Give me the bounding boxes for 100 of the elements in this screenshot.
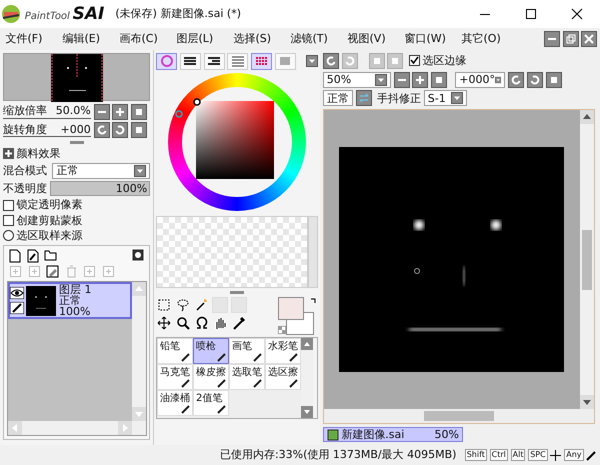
deselect-icon [372, 56, 382, 66]
color-panel-tab[interactable] [227, 52, 248, 70]
dropdown-icon[interactable] [451, 92, 464, 104]
scrollbar[interactable] [308, 216, 318, 288]
scroll-up-icon[interactable] [132, 282, 146, 296]
selection-edge-checkbox[interactable]: 选区边缘 [408, 54, 466, 68]
color-panel-tab[interactable] [204, 52, 224, 70]
brush-tool[interactable]: 2值笔 [193, 390, 229, 416]
primary-color-swatch[interactable] [278, 296, 304, 320]
rotate-right-button[interactable] [112, 122, 128, 138]
scroll-down-icon[interactable] [301, 406, 313, 418]
brush-tool[interactable]: 铅笔 [157, 338, 193, 364]
dropdown-icon[interactable] [306, 55, 318, 68]
layer-name: 图层 1 [59, 284, 92, 295]
brush-tool[interactable]: 选区擦 [265, 364, 301, 390]
rgb-sliders-icon [183, 55, 198, 68]
color-panel-tab[interactable] [156, 52, 177, 70]
minimize-button[interactable] [544, 31, 560, 47]
option-radio[interactable]: 选区取样来源 [2, 228, 150, 242]
eye-icon[interactable] [10, 287, 24, 300]
restore-button[interactable] [562, 31, 578, 47]
rotate-right-button[interactable] [526, 72, 543, 88]
reset-button[interactable] [431, 72, 447, 88]
scrollbar-thumb[interactable] [424, 411, 494, 422]
document-tab[interactable]: 新建图像.sai 50% [322, 427, 463, 442]
menu-item[interactable]: 编辑(E) [62, 32, 108, 46]
reset-button[interactable] [546, 72, 562, 88]
option-checkbox[interactable]: 锁定透明像素 [2, 198, 150, 212]
field-label: 混合模式 [2, 164, 47, 178]
color-square[interactable] [196, 100, 274, 178]
color-panel-tab[interactable] [274, 52, 296, 70]
scroll-up-icon[interactable] [580, 110, 594, 124]
rotate-left-button[interactable] [94, 122, 110, 138]
swap-button[interactable] [356, 90, 372, 106]
menu-item[interactable]: 视图(V) [348, 32, 394, 46]
zoom-out-button[interactable] [394, 72, 410, 88]
brush-tool[interactable]: 水彩笔 [265, 338, 301, 364]
dropdown-icon[interactable] [134, 164, 146, 177]
brush-tool[interactable]: 喷枪 [193, 338, 229, 364]
menu-item[interactable]: 图层(L) [176, 32, 222, 46]
scrollbar-thumb[interactable] [582, 230, 592, 290]
zoom-in-button[interactable] [112, 104, 128, 120]
brush-tool[interactable]: 画笔 [229, 338, 265, 364]
dropdown-icon[interactable] [374, 74, 387, 86]
pen-icon [216, 351, 227, 362]
menu-item[interactable]: 画布(C) [120, 32, 166, 46]
undo-icon [326, 56, 336, 66]
reset-button[interactable] [131, 122, 147, 138]
scratch-pad-icon [278, 55, 292, 68]
rotate-left-button[interactable] [508, 72, 524, 88]
hsv-sliders-icon [207, 55, 221, 68]
eraser-icon[interactable] [46, 265, 60, 278]
new-pen-layer-icon[interactable] [26, 248, 39, 262]
brush-tool[interactable]: 选取笔 [229, 364, 265, 390]
zoom-in-icon [415, 74, 426, 84]
secondary-color-swatch[interactable] [286, 312, 314, 334]
reset-button[interactable] [131, 104, 147, 120]
magic-wand-tool[interactable] [194, 296, 210, 312]
undo-button[interactable] [322, 52, 339, 69]
angle-select[interactable]: +000° [455, 72, 506, 88]
rect-select-tool[interactable] [156, 296, 172, 312]
menu-item[interactable]: 窗口(W) [404, 32, 450, 46]
pen-icon[interactable] [10, 302, 24, 314]
brush-tool[interactable]: 油漆桶 [157, 390, 193, 416]
layer-mask-icon[interactable] [132, 248, 144, 260]
pen-icon [216, 403, 227, 414]
default-colors-icon[interactable] [278, 326, 286, 334]
zoom-select[interactable]: 50% [322, 72, 391, 88]
lasso-tool[interactable] [174, 296, 191, 312]
menu-item[interactable]: 滤镜(T) [290, 32, 336, 46]
layer-item[interactable]: 图层 1 正常 100% [8, 282, 132, 319]
color-panel-tab[interactable] [180, 52, 201, 70]
blend-mode-select[interactable]: 正常 [52, 162, 150, 179]
brush-tool[interactable]: 马克笔 [157, 364, 193, 390]
menu-item[interactable]: 文件(F) [6, 32, 52, 46]
stabilizer-select[interactable]: S-1 [424, 90, 468, 106]
key-indicator: Shift [464, 449, 487, 461]
expand-icon[interactable] [2, 148, 14, 159]
folder-icon[interactable] [44, 248, 58, 260]
eyedropper-tool[interactable] [231, 315, 247, 332]
layer-thumbnail [26, 286, 56, 316]
zoom-in-button[interactable] [412, 72, 428, 88]
blend-mode-select[interactable]: 正常 [322, 90, 353, 106]
document-icon [326, 428, 338, 441]
move-tool[interactable] [156, 315, 172, 332]
opacity-slider[interactable]: 100% [50, 181, 150, 196]
color-panel-tab[interactable] [251, 52, 272, 70]
swap-colors-icon[interactable] [310, 296, 318, 304]
close-button[interactable] [581, 31, 598, 47]
zoom-out-button[interactable] [94, 104, 110, 120]
zoom-tool[interactable] [174, 315, 191, 332]
brush-tool[interactable]: 橡皮擦 [193, 364, 229, 390]
menu-item[interactable]: 其它(O) [462, 32, 508, 46]
option-checkbox[interactable]: 创建剪贴蒙板 [2, 214, 150, 227]
pen-icon [288, 351, 299, 362]
scroll-down-icon[interactable] [580, 395, 594, 410]
navigator-preview[interactable] [2, 52, 150, 101]
menu-item[interactable]: 选择(S) [234, 32, 280, 46]
scroll-up-icon[interactable] [301, 338, 313, 350]
scroll-left-icon[interactable] [8, 420, 22, 435]
